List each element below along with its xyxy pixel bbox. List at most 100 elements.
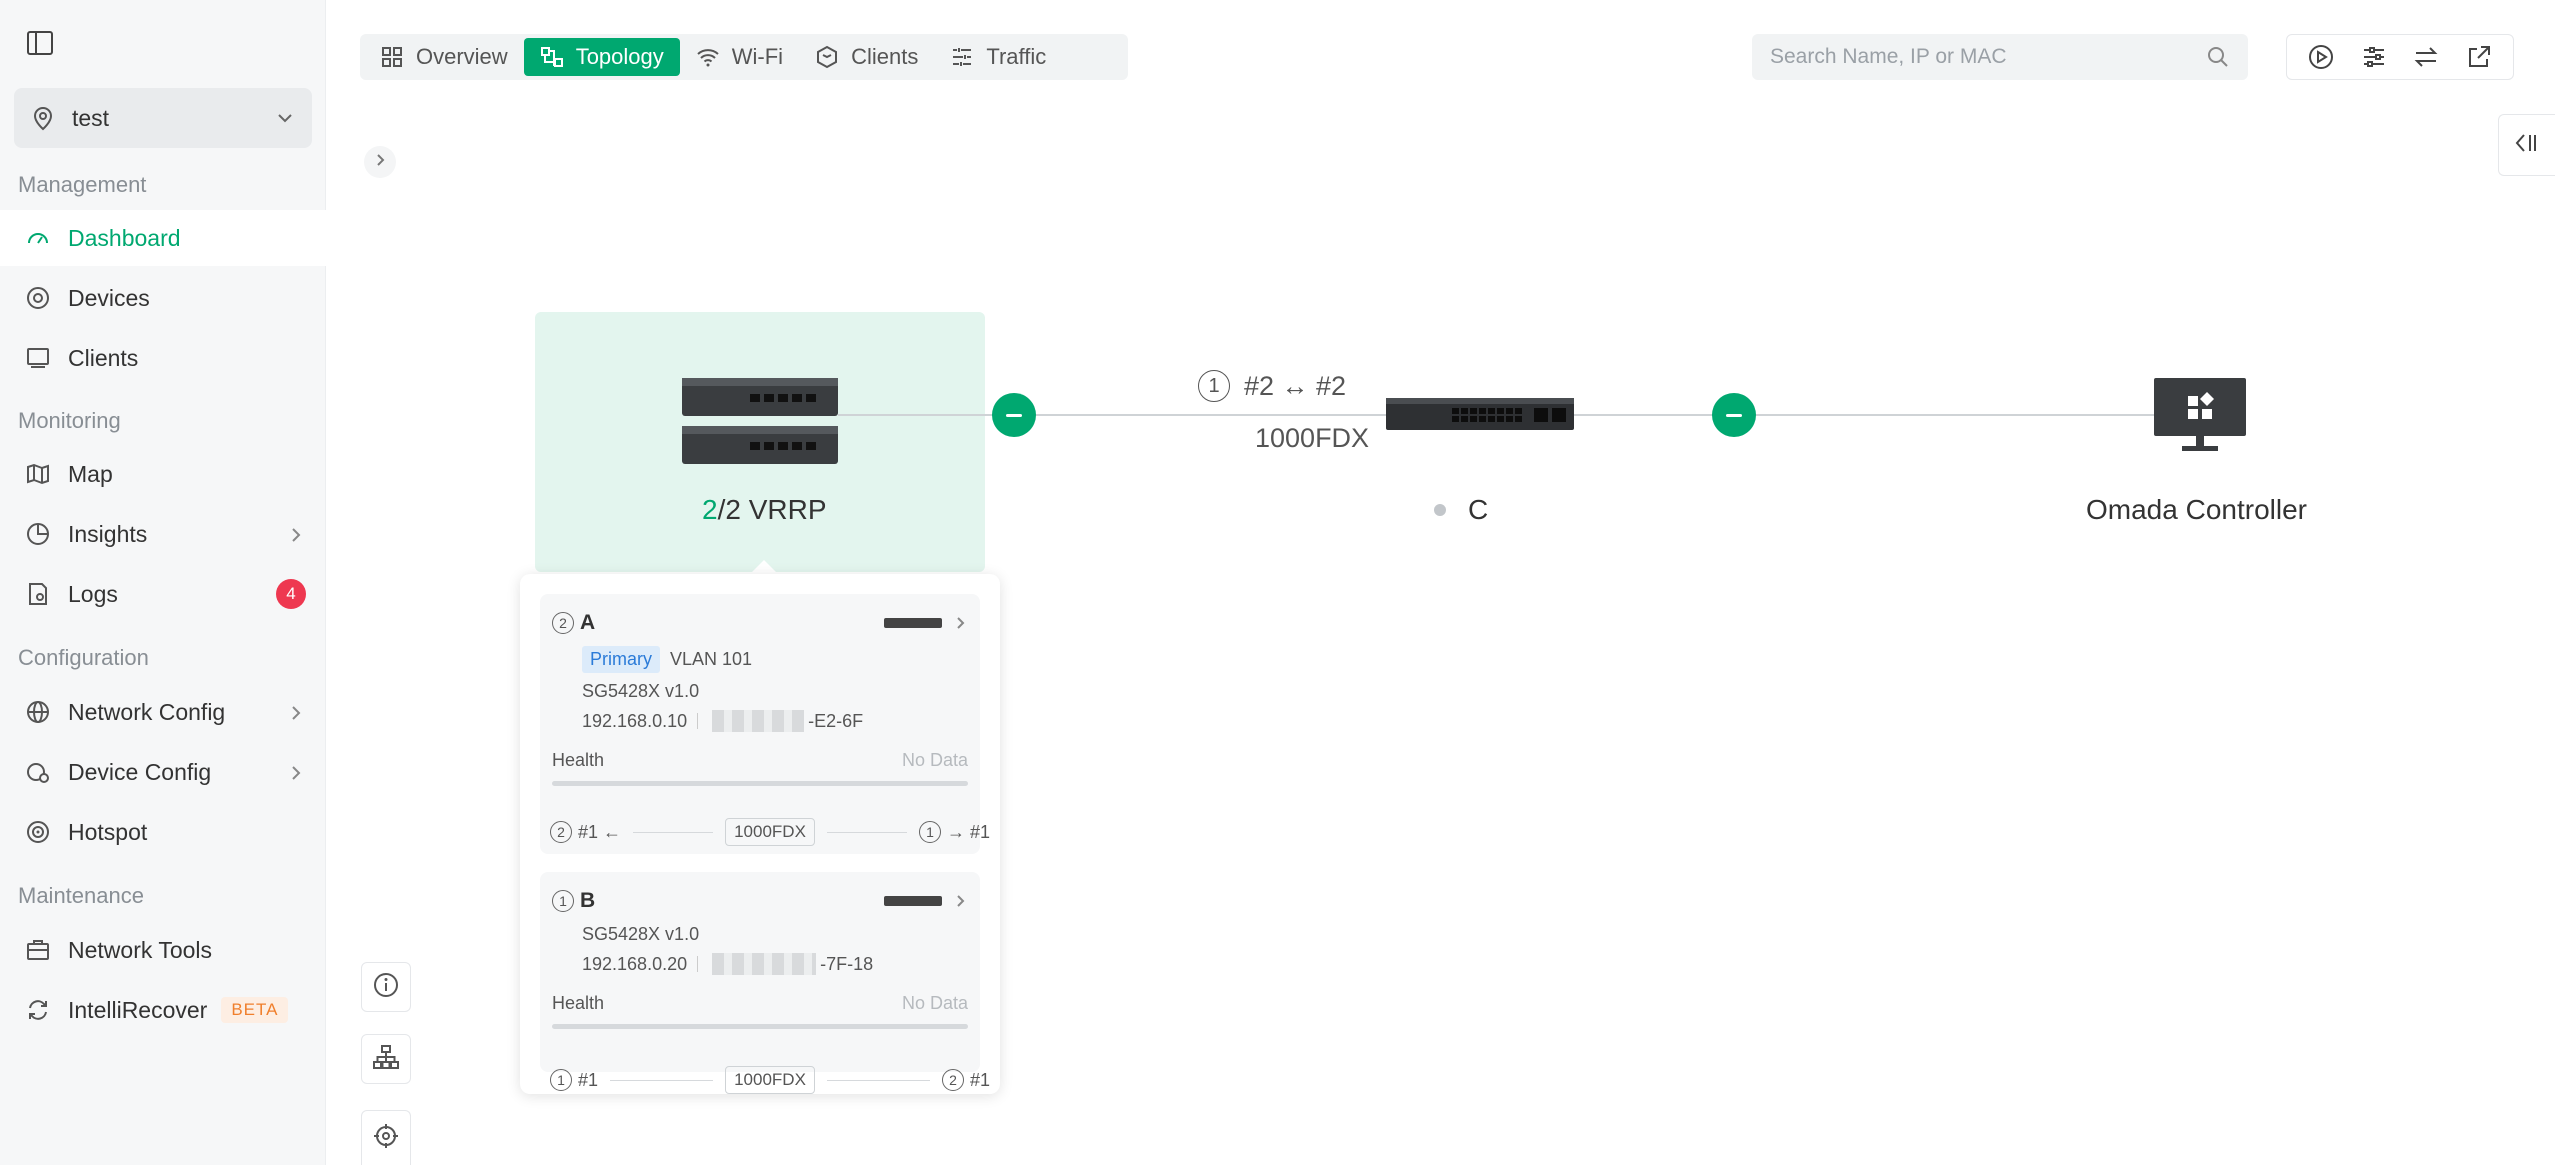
devices-icon	[24, 284, 52, 312]
grid-icon	[380, 45, 404, 69]
open-external-icon[interactable]	[2465, 43, 2493, 71]
device-mac-suffix: -E2-6F	[808, 710, 864, 731]
swap-arrows-icon[interactable]	[2412, 43, 2440, 71]
switch-thumbnail-icon	[884, 618, 942, 628]
device-name: A	[580, 611, 596, 634]
sidebar-toggle-icon[interactable]	[26, 30, 54, 56]
controller-monitor-icon[interactable]	[2152, 376, 2248, 454]
collapse-left-icon	[2513, 129, 2541, 162]
link-port-number: 1	[1198, 370, 1230, 402]
section-monitoring: Monitoring	[18, 408, 121, 433]
collapse-panel-button[interactable]	[2498, 114, 2555, 176]
crosshair-icon	[372, 1122, 400, 1155]
recover-arrows-icon	[24, 996, 52, 1024]
map-icon	[24, 460, 52, 488]
link-port-info: 1 #2 ↔ #2	[1198, 370, 1346, 402]
link-ports: #2 ↔ #2	[1244, 370, 1347, 401]
location-pin-icon	[30, 105, 56, 131]
device-model: SG5428X v1.0	[582, 681, 700, 701]
hotspot-icon	[24, 818, 52, 846]
chevron-right-icon	[286, 762, 306, 782]
link-speed-tag: 1000FDX	[725, 1066, 815, 1094]
stacked-switches-icon	[682, 378, 838, 464]
sidebar-item-network-tools[interactable]: Network Tools	[0, 922, 326, 978]
health-value: No Data	[901, 993, 968, 1013]
sidebar-item-device-config[interactable]: Device Config	[0, 744, 326, 800]
hierarchy-icon	[372, 1043, 400, 1076]
device-priority: 1	[552, 890, 574, 912]
tab-clients[interactable]: Clients	[799, 38, 934, 76]
vrrp-label: 2/2 VRRP	[702, 494, 827, 526]
site-selector[interactable]: test	[14, 88, 312, 148]
sidebar-item-dashboard[interactable]: Dashboard	[0, 210, 326, 266]
insights-pie-icon	[24, 520, 52, 548]
port-left: #1 ←	[578, 821, 622, 842]
info-icon	[372, 971, 400, 1004]
tab-wifi[interactable]: Wi-Fi	[680, 38, 799, 76]
port-link-row: 1 #1 1000FDX 2 #1	[550, 1066, 990, 1094]
tab-label: Traffic	[986, 44, 1047, 69]
status-dot	[1434, 504, 1446, 516]
primary-tag: Primary	[582, 646, 660, 673]
search-input[interactable]	[1770, 45, 2206, 69]
collapse-link-button[interactable]	[992, 393, 1036, 437]
controller-label: Omada Controller	[2086, 494, 2307, 525]
sidebar-item-label: Devices	[68, 284, 150, 311]
tab-label: Wi-Fi	[731, 44, 784, 69]
sidebar-item-hotspot[interactable]: Hotspot	[0, 804, 326, 860]
sidebar-item-clients[interactable]: Clients	[0, 330, 326, 386]
view-tabs: Overview Topology Wi-Fi Clients Traffic	[360, 34, 1128, 80]
sidebar-item-map[interactable]: Map	[0, 446, 326, 502]
collapse-link-button[interactable]	[1712, 393, 1756, 437]
layout-tree-button[interactable]	[361, 1034, 411, 1084]
tab-traffic[interactable]: Traffic	[934, 38, 1062, 76]
globe-icon	[24, 698, 52, 726]
chevron-right-icon	[372, 152, 388, 173]
vrrp-active-count: 2	[702, 494, 718, 525]
tab-topology[interactable]: Topology	[523, 38, 680, 76]
device-card-b[interactable]: 1 B SG5428X v1.0 192.168.0.20 -7F-18 Heal…	[540, 872, 980, 1072]
sidebar-item-label: Insights	[68, 520, 148, 547]
tab-label: Clients	[851, 44, 919, 69]
chevron-right-icon[interactable]	[952, 893, 968, 909]
info-button[interactable]	[361, 962, 411, 1012]
link-line-3	[1574, 414, 1714, 416]
search-box	[1752, 34, 2248, 80]
sidebar-item-insights[interactable]: Insights	[0, 506, 326, 562]
tab-label: Overview	[416, 44, 508, 69]
sidebar-item-intellirecover[interactable]: IntelliRecover BETA	[0, 982, 326, 1038]
filter-settings-icon[interactable]	[2360, 43, 2388, 71]
tab-overview[interactable]: Overview	[364, 38, 524, 76]
search-icon[interactable]	[2206, 45, 2230, 69]
switch-c-icon[interactable]	[1384, 394, 1576, 434]
sidebar-item-label: Clients	[68, 344, 139, 371]
section-maintenance: Maintenance	[18, 883, 144, 908]
sidebar-item-label: IntelliRecover	[68, 996, 208, 1023]
sidebar-item-devices[interactable]: Devices	[0, 270, 326, 326]
port-left-number: 1	[550, 1069, 572, 1091]
sidebar-item-network-config[interactable]: Network Config	[0, 684, 326, 740]
sidebar-item-logs[interactable]: Logs 4	[0, 566, 326, 622]
tab-label: Topology	[575, 44, 664, 69]
vrrp-group-node[interactable]: 2/2 VRRP	[535, 312, 985, 572]
site-name: test	[72, 104, 110, 131]
logs-icon	[24, 580, 52, 608]
port-right-number: 2	[941, 1069, 964, 1091]
chevron-down-icon	[274, 107, 296, 129]
chevron-right-icon[interactable]	[952, 615, 968, 631]
sidebar-item-label: Network Config	[68, 698, 226, 725]
switch-c-name: C	[1468, 494, 1489, 525]
link-line-4	[1756, 414, 2156, 416]
health-bar	[552, 781, 968, 786]
sidebar-item-label: Logs	[68, 580, 118, 607]
toolbox-icon	[24, 936, 52, 964]
play-icon[interactable]	[2307, 43, 2335, 71]
locate-button[interactable]	[361, 1110, 411, 1165]
switch-c-label: C	[1434, 494, 1488, 526]
sidebar: test Management Dashboard Devices Client…	[0, 0, 326, 1165]
switch-thumbnail-icon	[884, 896, 942, 906]
port-right: → #1	[946, 821, 991, 842]
mac-blurred	[712, 710, 805, 732]
expand-panel-button[interactable]	[364, 146, 396, 178]
device-card-a[interactable]: 2 A Primary VLAN 101 SG5428X v1.0 192.168…	[540, 594, 980, 854]
